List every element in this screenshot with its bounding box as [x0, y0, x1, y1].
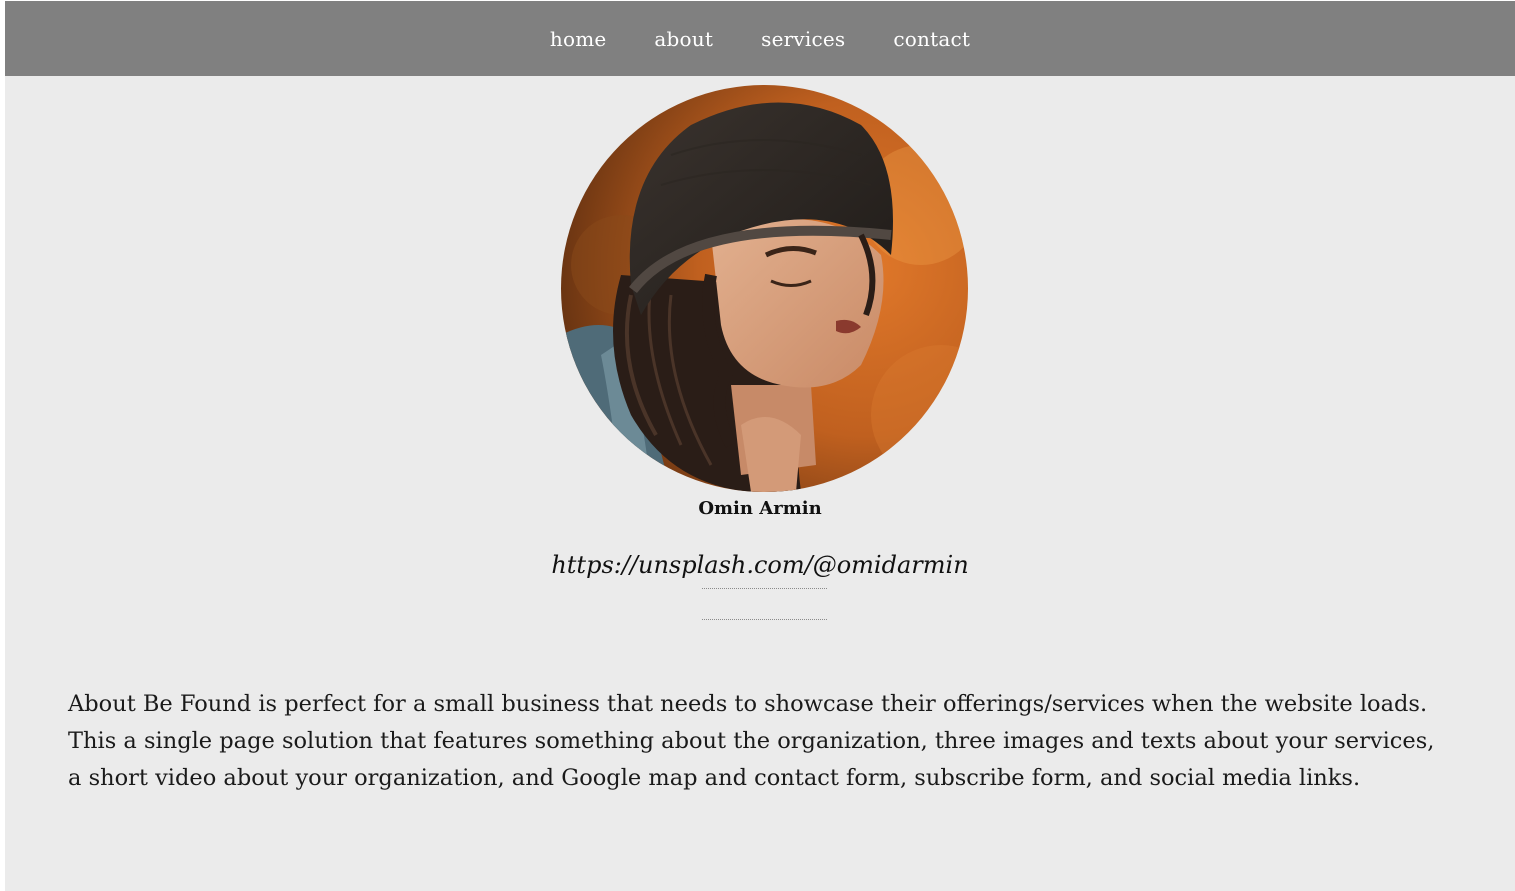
- nav-home-link[interactable]: home: [526, 27, 631, 51]
- profile-portrait: [561, 85, 968, 492]
- page: home about services contact Omin Armin h…: [0, 0, 1515, 891]
- top-navbar: home about services contact: [5, 1, 1515, 76]
- photographer-name: Omin Armin: [698, 498, 822, 519]
- dotted-divider: [702, 588, 827, 589]
- portrait-image: [561, 85, 968, 492]
- nav-about-link[interactable]: about: [630, 27, 737, 51]
- dotted-divider: [702, 619, 827, 620]
- nav-services-link[interactable]: services: [737, 27, 869, 51]
- photographer-url-link[interactable]: https://unsplash.com/@omidarmin: [5, 551, 1515, 579]
- nav-contact-link[interactable]: contact: [869, 27, 994, 51]
- nav-list: home about services contact: [526, 27, 994, 51]
- about-paragraph: About Be Found is perfect for a small bu…: [68, 691, 1435, 791]
